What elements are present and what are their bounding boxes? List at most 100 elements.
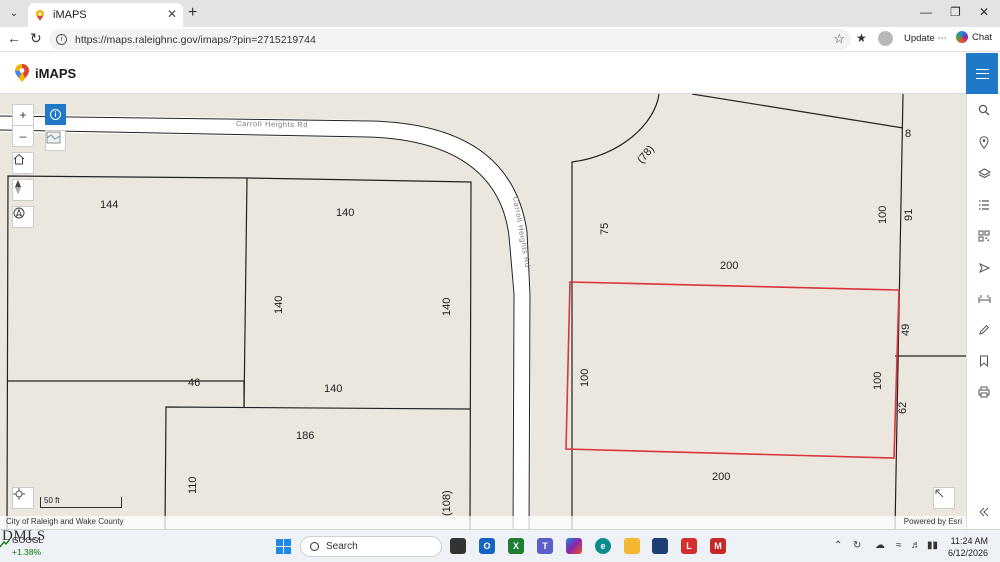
battery-icon[interactable]: ▮▮ bbox=[927, 540, 938, 551]
attribution-esri[interactable]: Powered by Esri bbox=[904, 517, 962, 526]
dim-label: 140 bbox=[336, 207, 354, 219]
measure-tool-button[interactable] bbox=[976, 291, 992, 307]
teams-icon[interactable]: T bbox=[537, 538, 553, 554]
copilot-icon bbox=[956, 31, 968, 43]
expand-map-button[interactable] bbox=[933, 487, 955, 509]
subject-parcel-outline[interactable] bbox=[565, 281, 900, 459]
dim-label: 200 bbox=[720, 260, 738, 272]
main-menu-button[interactable] bbox=[966, 53, 998, 94]
clock-time: 11:24 AM bbox=[950, 536, 988, 546]
favorite-star-icon[interactable]: ☆ bbox=[833, 31, 845, 47]
send-arrow-icon bbox=[978, 262, 990, 274]
taskbar-search[interactable]: Search bbox=[300, 536, 442, 557]
excel-icon[interactable]: X bbox=[508, 538, 524, 554]
location-tool-button[interactable] bbox=[976, 134, 992, 150]
chat-button[interactable]: Chat bbox=[956, 31, 992, 43]
zoom-in-button[interactable]: + bbox=[12, 104, 34, 126]
clock-date: 6/12/2026 bbox=[947, 548, 988, 558]
search-tool-button[interactable] bbox=[976, 102, 992, 118]
map-view[interactable]: Carroll Heights Rd Carroll Heights Rd 14… bbox=[0, 94, 966, 529]
wifi-icon[interactable]: ≈ bbox=[896, 540, 902, 551]
address-bar[interactable]: i https://maps.raleighnc.gov/imaps/?pin=… bbox=[49, 29, 851, 50]
layers-icon bbox=[977, 168, 991, 179]
browser-tab-strip: ⌄ iMAPS ✕ + — ❐ ✕ bbox=[0, 0, 1000, 27]
tab-close-icon[interactable]: ✕ bbox=[167, 7, 177, 21]
print-tool-button[interactable] bbox=[976, 384, 992, 400]
search-icon bbox=[310, 542, 319, 551]
dim-label: 100 bbox=[579, 369, 591, 387]
new-tab-plus-icon[interactable]: + bbox=[188, 4, 197, 22]
basemap-toggle-button[interactable] bbox=[45, 130, 66, 151]
dim-label: (108) bbox=[441, 490, 453, 516]
home-extent-button[interactable] bbox=[12, 152, 34, 174]
basemap-icon bbox=[46, 131, 61, 144]
mcafee-icon[interactable]: M bbox=[710, 538, 726, 554]
cloud-icon[interactable]: ☁ bbox=[875, 540, 885, 551]
arrow-up-left-icon bbox=[935, 489, 944, 498]
back-arrow-icon[interactable]: ← bbox=[7, 30, 21, 46]
outlook-icon[interactable]: O bbox=[479, 538, 495, 554]
identify-button[interactable]: i bbox=[45, 104, 66, 125]
scale-label: 50 ft bbox=[44, 496, 60, 505]
attribution-left: City of Raleigh and Wake County bbox=[6, 517, 124, 526]
dim-label: 91 bbox=[903, 209, 915, 221]
qr-code-icon bbox=[978, 230, 990, 242]
locate-button[interactable] bbox=[12, 206, 34, 228]
listing-watermark: DMLS bbox=[2, 528, 46, 544]
compass-icon bbox=[15, 180, 21, 194]
layers-tool-button[interactable] bbox=[976, 166, 992, 182]
tab-list-chevron-icon[interactable]: ⌄ bbox=[4, 4, 24, 22]
dim-label: 46 bbox=[188, 377, 200, 389]
edge-browser-icon[interactable]: e bbox=[595, 538, 611, 554]
stock-change: +1.38% bbox=[12, 547, 42, 557]
map-pin-logo-icon bbox=[15, 64, 29, 82]
taskbar-search-label: Search bbox=[326, 541, 358, 552]
dim-label: 8 bbox=[905, 128, 911, 140]
tray-chevron-icon[interactable]: ⌃ bbox=[834, 540, 842, 551]
site-info-icon[interactable]: i bbox=[56, 34, 67, 45]
task-view-icon[interactable] bbox=[450, 538, 466, 554]
bookmarks-tool-button[interactable] bbox=[976, 353, 992, 369]
home-icon bbox=[13, 153, 25, 165]
draw-tool-button[interactable] bbox=[976, 322, 992, 338]
compass-button[interactable] bbox=[12, 179, 34, 201]
imaps-header: iMAPS bbox=[0, 53, 1000, 94]
app-title: iMAPS bbox=[35, 65, 77, 81]
minimize-icon[interactable]: — bbox=[920, 5, 932, 19]
printer-icon bbox=[978, 386, 990, 398]
lastpass-icon[interactable]: L bbox=[681, 538, 697, 554]
dim-label: 75 bbox=[599, 223, 611, 235]
bookmark-icon bbox=[980, 355, 988, 367]
dim-label: (78) bbox=[635, 143, 657, 166]
legend-tool-button[interactable] bbox=[976, 197, 992, 213]
center-point-button[interactable] bbox=[12, 487, 34, 509]
refresh-icon[interactable]: ↻ bbox=[30, 30, 42, 47]
ruler-icon bbox=[978, 295, 990, 303]
parcel-map-svg: Carroll Heights Rd Carroll Heights Rd 14… bbox=[0, 94, 966, 529]
profile-avatar[interactable] bbox=[878, 31, 893, 46]
url-text: https://maps.raleighnc.gov/imaps/?pin=27… bbox=[75, 33, 316, 46]
collapse-rail-button[interactable] bbox=[976, 504, 992, 520]
browser-tab-imaps[interactable]: iMAPS ✕ bbox=[28, 3, 183, 27]
copilot-app-icon[interactable] bbox=[566, 538, 582, 554]
dim-label: 100 bbox=[872, 372, 884, 390]
file-explorer-icon[interactable] bbox=[624, 538, 640, 554]
qr-tool-button[interactable] bbox=[976, 228, 992, 244]
store-icon[interactable] bbox=[652, 538, 668, 554]
windows-start-icon[interactable] bbox=[276, 539, 291, 554]
favorites-list-icon[interactable]: ★ bbox=[856, 31, 867, 45]
pencil-icon bbox=[979, 324, 990, 335]
sync-icon[interactable]: ↻ bbox=[853, 540, 861, 551]
dim-label: 62 bbox=[897, 402, 909, 414]
navigate-tool-button[interactable] bbox=[976, 260, 992, 276]
zoom-out-button[interactable]: – bbox=[12, 125, 34, 147]
crosshair-icon bbox=[13, 488, 25, 500]
restore-icon[interactable]: ❐ bbox=[950, 5, 961, 19]
chat-label: Chat bbox=[972, 31, 993, 43]
volume-icon[interactable]: ♬ bbox=[911, 540, 921, 551]
road-label-horizontal: Carroll Heights Rd bbox=[236, 119, 308, 129]
window-close-icon[interactable]: ✕ bbox=[979, 5, 989, 19]
taskbar-clock[interactable]: 11:24 AM 6/12/2026 bbox=[948, 535, 988, 559]
update-button[interactable]: Update ⋯ bbox=[904, 33, 947, 44]
imaps-logo[interactable]: iMAPS bbox=[14, 64, 76, 82]
